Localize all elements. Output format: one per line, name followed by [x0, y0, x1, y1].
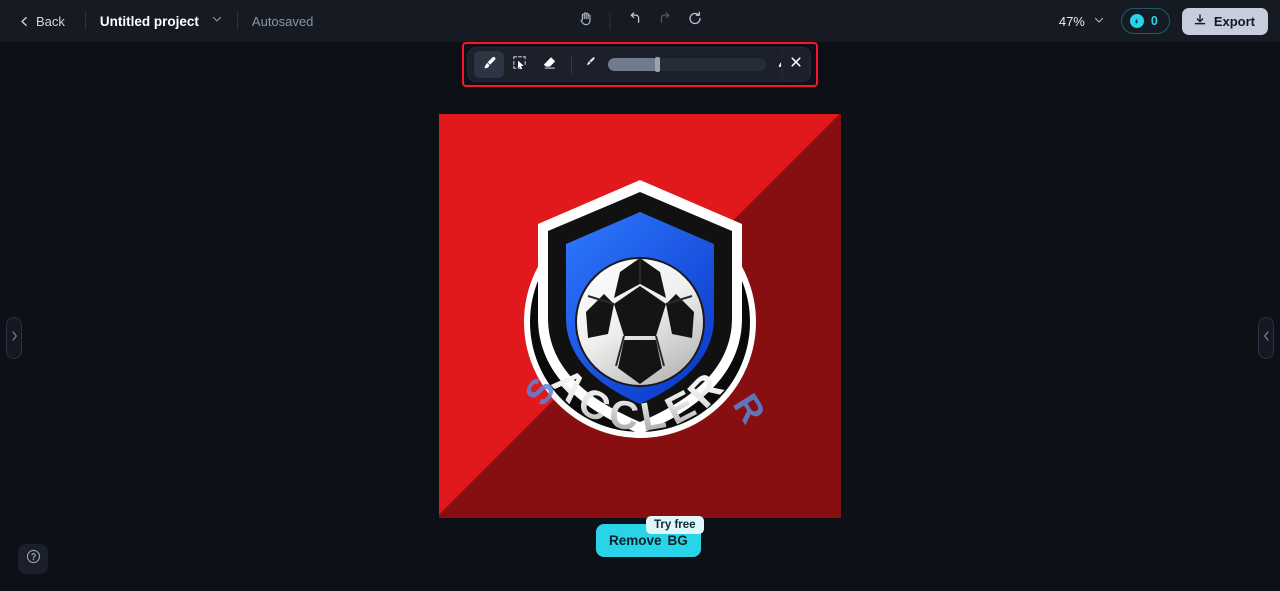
- brush-icon: [481, 54, 498, 76]
- credit-coin-icon: [1129, 14, 1144, 28]
- brush-size-slider-thumb[interactable]: [654, 57, 660, 72]
- back-button[interactable]: Back: [13, 10, 71, 33]
- hand-tool-button[interactable]: [571, 6, 601, 36]
- undo-icon: [626, 10, 643, 32]
- chevron-down-icon: [211, 12, 223, 30]
- remove-button-badge: BG: [667, 533, 688, 548]
- right-panel-handle[interactable]: [1258, 317, 1274, 359]
- brush-tool-button[interactable]: [474, 51, 504, 78]
- brush-size-slider[interactable]: [608, 57, 766, 72]
- help-circle-icon: [25, 548, 42, 570]
- chevron-down-icon: [1093, 14, 1105, 29]
- zoom-control[interactable]: 47%: [1053, 10, 1111, 33]
- try-free-tooltip: Try free: [646, 516, 704, 534]
- zoom-level-label: 47%: [1058, 13, 1085, 29]
- project-name[interactable]: Untitled project: [100, 14, 199, 29]
- refresh-icon: [686, 10, 703, 32]
- magic-select-tool-button[interactable]: [504, 51, 534, 78]
- chevron-left-icon: [19, 16, 30, 27]
- export-button[interactable]: Export: [1181, 7, 1268, 35]
- undo-button[interactable]: [620, 6, 650, 36]
- select-cursor-icon: [511, 54, 528, 76]
- download-icon: [1193, 13, 1207, 30]
- close-icon: [789, 55, 803, 74]
- soccer-club-logo: S R ACCLER: [470, 146, 810, 486]
- app-root: Back Untitled project Autosaved 47% 0 Ex…: [0, 0, 1280, 591]
- reset-view-button[interactable]: [680, 6, 710, 36]
- brush-toolbar: [467, 47, 804, 82]
- eraser-icon: [541, 54, 558, 76]
- header-left-group: Back Untitled project Autosaved: [0, 0, 313, 42]
- redo-button[interactable]: [650, 6, 680, 36]
- brush-size-slider-fill: [608, 58, 657, 71]
- remove-button-label: Remove: [609, 533, 662, 548]
- brush-size-small-icon: [583, 54, 599, 75]
- header-right-group: 47% 0 Export: [1053, 0, 1268, 42]
- eraser-tool-button[interactable]: [534, 51, 564, 78]
- close-toolbar-button[interactable]: [781, 47, 811, 82]
- app-header: Back Untitled project Autosaved 47% 0 Ex…: [0, 0, 1280, 42]
- chevron-left-icon: [1262, 329, 1271, 347]
- left-panel-handle[interactable]: [6, 317, 22, 359]
- brush-size-controls: [579, 53, 797, 76]
- header-center-tools: [571, 0, 710, 42]
- header-center-divider: [609, 12, 611, 30]
- toolbar-divider: [571, 55, 572, 74]
- credits-badge[interactable]: 0: [1120, 8, 1170, 34]
- image-canvas[interactable]: S R ACCLER: [439, 114, 841, 518]
- back-button-label: Back: [36, 13, 65, 29]
- redo-icon: [656, 10, 673, 32]
- header-divider-1: [84, 12, 86, 30]
- autosaved-status: Autosaved: [251, 13, 314, 29]
- help-button[interactable]: [18, 544, 48, 574]
- project-menu-button[interactable]: [211, 12, 223, 30]
- canvas-area[interactable]: S R ACCLER Remove BG Try free: [0, 42, 1280, 591]
- hand-icon: [577, 10, 594, 32]
- credits-count: 0: [1150, 14, 1158, 28]
- chevron-right-icon: [10, 329, 19, 347]
- header-divider-2: [236, 12, 238, 30]
- export-button-label: Export: [1213, 13, 1255, 29]
